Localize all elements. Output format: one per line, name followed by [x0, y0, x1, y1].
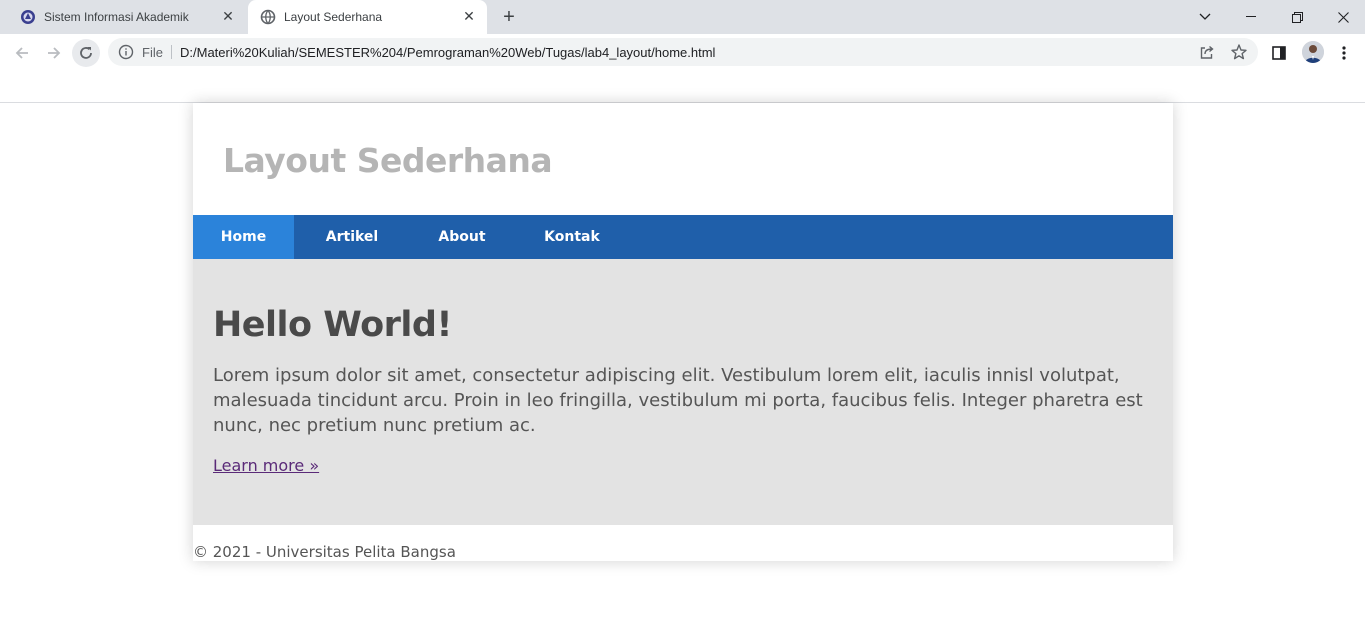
- hero-body-text: Lorem ipsum dolor sit amet, consectetur …: [213, 365, 1143, 436]
- scheme-label: File: [142, 45, 163, 60]
- info-icon[interactable]: [118, 44, 134, 60]
- tab-search-icon[interactable]: [1182, 0, 1228, 34]
- nav-item-about[interactable]: About: [410, 215, 514, 259]
- university-logo-icon: [20, 9, 36, 25]
- restore-icon[interactable]: [1274, 0, 1320, 34]
- learn-more-link[interactable]: Learn more »: [213, 456, 319, 475]
- close-tab-icon[interactable]: ✕: [461, 8, 477, 24]
- omnibox-divider: [171, 45, 172, 59]
- reload-icon[interactable]: [72, 39, 100, 67]
- more-menu-icon[interactable]: [1334, 43, 1354, 63]
- new-tab-icon[interactable]: +: [498, 6, 520, 28]
- share-icon[interactable]: [1199, 44, 1215, 60]
- hero-section: Hello World! Lorem ipsum dolor sit amet,…: [193, 259, 1173, 525]
- address-bar[interactable]: File D:/Materi%20Kuliah/SEMESTER%204/Pem…: [108, 38, 1258, 66]
- tab-sistem-informasi-akademik[interactable]: Sistem Informasi Akademik ✕: [8, 0, 246, 34]
- browser-toolbar: File D:/Materi%20Kuliah/SEMESTER%204/Pem…: [0, 34, 1365, 71]
- site-title: Layout Sederhana: [223, 141, 553, 180]
- site-header: Layout Sederhana: [193, 103, 1173, 215]
- bookmark-star-icon[interactable]: [1230, 43, 1248, 61]
- tab-strip: Sistem Informasi Akademik ✕ Layout Seder…: [0, 0, 1365, 34]
- tab-title: Sistem Informasi Akademik: [44, 10, 189, 24]
- nav-item-home[interactable]: Home: [193, 215, 294, 259]
- site-footer: © 2021 - Universitas Pelita Bangsa: [193, 543, 456, 561]
- tab-title: Layout Sederhana: [284, 10, 383, 24]
- back-arrow-icon[interactable]: [8, 39, 36, 67]
- close-tab-icon[interactable]: ✕: [220, 8, 236, 24]
- nav-item-kontak[interactable]: Kontak: [514, 215, 630, 259]
- web-page: Layout Sederhana Home Artikel About Kont…: [0, 103, 1365, 637]
- main-nav: Home Artikel About Kontak: [193, 215, 1173, 259]
- minimize-icon[interactable]: [1228, 0, 1274, 34]
- forward-arrow-icon[interactable]: [40, 39, 68, 67]
- nav-item-artikel[interactable]: Artikel: [294, 215, 410, 259]
- profile-avatar[interactable]: [1302, 41, 1324, 63]
- page-container: Layout Sederhana Home Artikel About Kont…: [193, 103, 1173, 561]
- tab-layout-sederhana[interactable]: Layout Sederhana ✕: [248, 0, 487, 34]
- close-window-icon[interactable]: [1320, 0, 1365, 34]
- url-text[interactable]: D:/Materi%20Kuliah/SEMESTER%204/Pemrogra…: [180, 45, 715, 60]
- globe-icon: [260, 9, 276, 25]
- hero-heading: Hello World!: [213, 305, 452, 345]
- side-panel-icon[interactable]: [1269, 43, 1289, 63]
